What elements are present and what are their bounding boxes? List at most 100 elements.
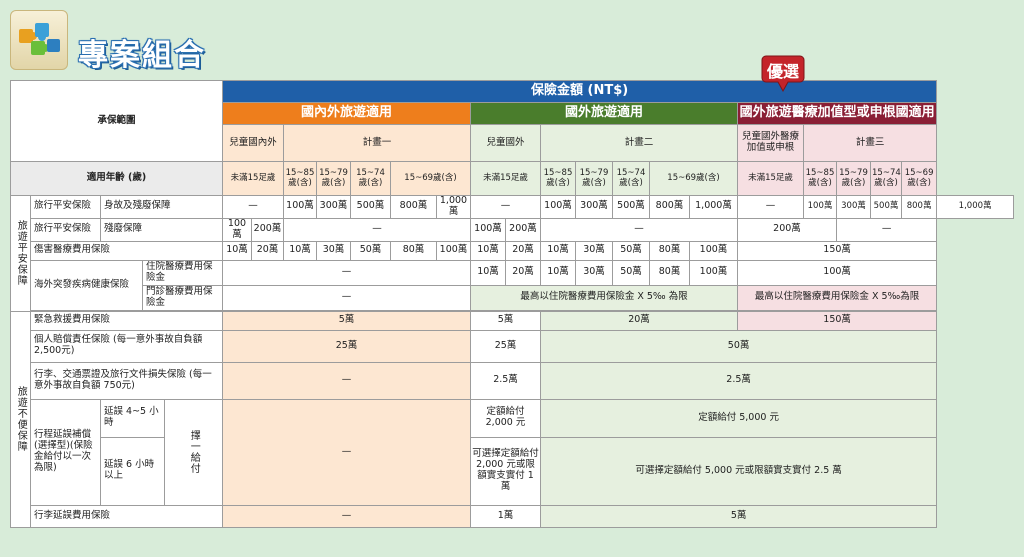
child-medical-header: 兒童國外醫療加值或申根 [737, 124, 804, 162]
child-abroad-header: 兒童國外 [470, 124, 541, 162]
age-74: 15~74歲(含) [350, 161, 391, 196]
cell-value: 150萬 [736, 310, 938, 331]
cell-value: 100萬 [736, 259, 938, 286]
cell-dash: — [540, 217, 738, 242]
cell-value: 50萬 [350, 240, 391, 261]
row-label-emergency-rescue: 緊急救援費用保險 [30, 310, 223, 331]
cell-value: 100萬 [222, 217, 252, 242]
cell-value: 5萬 [539, 504, 938, 528]
cell-value: 100萬 [689, 259, 738, 286]
cell-value: 100萬 [436, 240, 471, 261]
cell-value: 200萬 [251, 217, 284, 242]
cell-dash: — [222, 195, 284, 219]
child-domestic-header: 兒童國內外 [222, 124, 284, 162]
row-label-delay-4-5: 延誤 4~5 小時 [100, 398, 165, 438]
row-label-outpatient: 門診醫療費用保險金 [142, 284, 223, 311]
cell-value: 500萬 [870, 195, 902, 219]
row-label-inpatient: 住院醫療費用保險金 [142, 259, 223, 286]
cell-dash: — [283, 217, 471, 242]
cell-value: 5萬 [470, 310, 541, 331]
puzzle-logo-icon [10, 10, 68, 70]
cell-value: 可選擇定額給付 5,000 元或限額實支實付 2.5 萬 [539, 436, 938, 506]
row-label-disability: 殘廢保障 [100, 217, 223, 242]
domestic-intl-group-header: 國內外旅遊適用 [222, 102, 471, 125]
cell-dash: — [222, 361, 471, 400]
cell-value: 30萬 [575, 240, 613, 261]
cell-value: 20萬 [505, 240, 541, 261]
plan3-header: 計畫三 [802, 124, 938, 162]
row-label-baggage-loss: 行李、交通票證及旅行文件損失保險 (每一意外事故自負額 750元) [30, 361, 223, 400]
age-79: 15~79歲(含) [316, 161, 351, 196]
age-85: 15~85歲(含) [283, 161, 317, 196]
cell-value: 1,000萬 [436, 195, 471, 219]
row-label-baggage-delay: 行李延誤費用保險 [30, 504, 223, 528]
cell-dash: — [737, 195, 804, 219]
cell-value: 10萬 [540, 240, 576, 261]
cell-value: 300萬 [836, 195, 871, 219]
cell-value: 10萬 [470, 259, 506, 286]
cell-value: 200萬 [505, 217, 541, 242]
cell-outpatient-limit: 最高以住院醫療費用保險金 X 5‰ 為限 [470, 284, 738, 311]
age-85: 15~85歲(含) [803, 161, 837, 196]
cell-value: 100萬 [689, 240, 738, 261]
intl-group-header: 國外旅遊適用 [470, 102, 738, 125]
cell-value: 定額給付 2,000 元 [470, 398, 541, 438]
age-69: 15~69歲(含) [900, 161, 938, 196]
cell-dash: — [470, 195, 541, 219]
cell-value: 100萬 [803, 195, 837, 219]
cell-value: 1萬 [470, 504, 541, 528]
cell-value: 1,000萬 [689, 195, 738, 219]
badge-label: 優選 [766, 62, 799, 81]
cell-value: 1,000萬 [936, 195, 1014, 219]
cell-dash: — [222, 284, 471, 311]
age-74: 15~74歲(含) [612, 161, 650, 196]
row-label-travel-insurance: 旅行平安保險 [30, 195, 101, 219]
age-label: 適用年齡 (歲) [10, 161, 223, 196]
cell-value: 10萬 [283, 240, 317, 261]
page-title: 專案組合 [78, 38, 206, 73]
cell-dash: — [835, 217, 938, 242]
cell-value: 800萬 [649, 195, 690, 219]
age-79: 15~79歲(含) [836, 161, 871, 196]
cell-value: 2.5萬 [470, 361, 541, 400]
cell-value: 100萬 [540, 195, 576, 219]
cell-value: 800萬 [390, 195, 437, 219]
cell-value: 80萬 [649, 240, 690, 261]
cell-value: 150萬 [736, 240, 938, 261]
age-79: 15~79歲(含) [575, 161, 613, 196]
plan-comparison-table: 承保範圍 保險金額 (NT$) 國內外旅遊適用 國外旅遊適用 國外旅遊醫療加值型… [10, 80, 1014, 528]
premium-choice-badge: 優選 [760, 54, 806, 94]
cell-value: 500萬 [612, 195, 650, 219]
cell-value: 可選擇定額給付 2,000 元或限額實支實付 1 萬 [470, 436, 541, 506]
age-74: 15~74歲(含) [870, 161, 902, 196]
coverage-scope-header: 承保範圍 [10, 80, 223, 162]
age-under15: 未滿15足歲 [470, 161, 541, 196]
cell-value: 10萬 [222, 240, 252, 261]
cell-value: 80萬 [649, 259, 690, 286]
row-label-choose-one: 擇一給付 [164, 398, 223, 506]
plan1-header: 計畫一 [283, 124, 471, 162]
row-label-death-disability: 身故及殘廢保障 [100, 195, 223, 219]
cell-value: 20萬 [251, 240, 284, 261]
cell-dash: — [222, 398, 471, 506]
cell-value: 25萬 [222, 329, 471, 363]
cell-value: 定額給付 5,000 元 [539, 398, 938, 438]
cell-value: 800萬 [900, 195, 938, 219]
insured-amount-header: 保險金額 (NT$) [221, 80, 938, 103]
row-label-travel-insurance: 旅行平安保險 [30, 217, 101, 242]
row-label-injury-medical: 傷害醫療費用保險 [30, 240, 223, 261]
cell-value: 30萬 [316, 240, 351, 261]
cell-value: 100萬 [470, 217, 506, 242]
age-under15: 未滿15足歲 [737, 161, 804, 196]
cell-value: 50萬 [539, 329, 938, 363]
intl-medical-group-header: 國外旅遊醫療加值型或申根國適用 [736, 102, 938, 125]
cell-outpatient-limit: 最高以住院醫療費用保險金 X 5‰為限 [736, 284, 938, 311]
section-travel-accident: 旅遊平安保障 [10, 195, 31, 312]
age-under15: 未滿15足歲 [222, 161, 284, 196]
cell-value: 50萬 [612, 240, 650, 261]
row-label-trip-delay: 行程延誤補償 (選擇型)(保險金給付以一次為限) [30, 398, 101, 506]
cell-value: 200萬 [737, 217, 837, 242]
cell-value: 30萬 [575, 259, 613, 286]
cell-value: 500萬 [350, 195, 391, 219]
cell-value: 10萬 [540, 259, 576, 286]
